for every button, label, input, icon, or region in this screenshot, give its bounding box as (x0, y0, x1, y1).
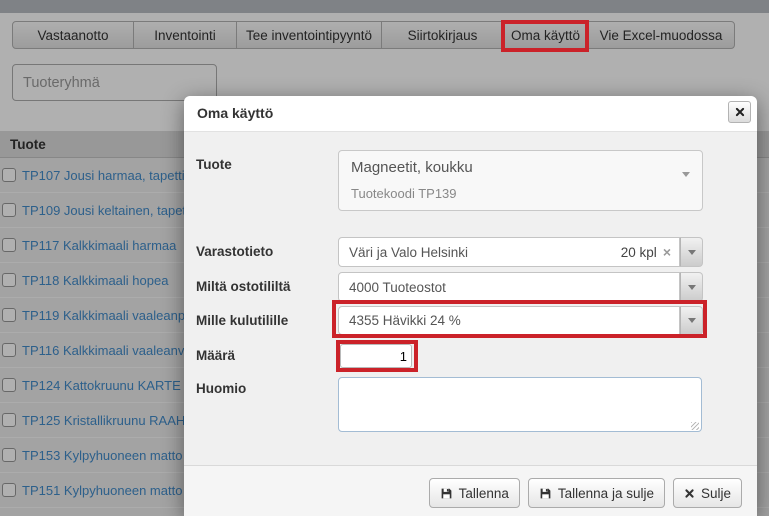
modal-footer: Tallenna Tallenna ja sulje Sulje (184, 465, 757, 516)
field-label-milta-ostotililta: Miltä ostotililtä (196, 279, 291, 294)
modal-header: Oma käyttö (184, 96, 757, 132)
varastotieto-quantity: 20 kpl (620, 244, 657, 260)
chevron-down-icon (687, 318, 696, 323)
field-label-maara: Määrä (196, 348, 236, 363)
save-and-close-button[interactable]: Tallenna ja sulje (527, 478, 665, 508)
tuote-select[interactable]: Magneetit, koukku Tuotekoodi TP139 (338, 150, 703, 211)
close-modal-button-label: Sulje (700, 485, 731, 501)
save-and-close-button-label: Tallenna ja sulje (557, 485, 654, 501)
resize-grip-icon[interactable] (691, 422, 699, 430)
chevron-down-icon (687, 249, 696, 255)
close-icon (735, 107, 745, 117)
close-button[interactable] (728, 101, 751, 123)
tuote-select-value: Magneetit, koukku (351, 159, 473, 176)
floppy-disk-icon (539, 487, 552, 500)
tuote-product-code: Tuotekoodi TP139 (351, 186, 457, 201)
varastotieto-dropdown-button[interactable] (680, 237, 703, 267)
remove-selection-icon[interactable]: × (663, 245, 671, 259)
close-modal-button[interactable]: Sulje (672, 478, 742, 508)
maara-input[interactable] (340, 344, 412, 368)
milta-ostotililta-select-value: 4000 Tuoteostot (349, 279, 446, 295)
floppy-disk-icon (440, 487, 453, 500)
field-label-huomio: Huomio (196, 381, 247, 396)
chevron-down-icon (687, 284, 696, 290)
chevron-down-icon (682, 172, 690, 195)
varastotieto-select-value: Väri ja Valo Helsinki (349, 244, 469, 260)
field-label-tuote: Tuote (196, 157, 232, 172)
milta-ostotililta-dropdown-button[interactable] (680, 272, 703, 302)
x-icon (684, 488, 695, 499)
mille-kulutilille-select[interactable]: 4355 Hävikki 24 % (338, 306, 680, 335)
save-button[interactable]: Tallenna (428, 478, 520, 508)
huomio-textarea[interactable] (338, 377, 702, 432)
mille-kulutilille-select-value: 4355 Hävikki 24 % (349, 313, 461, 328)
field-label-mille-kulutilille: Mille kulutilille (196, 313, 289, 328)
varastotieto-select[interactable]: Väri ja Valo Helsinki 20 kpl × (338, 237, 680, 267)
modal-title: Oma käyttö (197, 105, 274, 121)
field-label-varastotieto: Varastotieto (196, 244, 274, 259)
mille-kulutilille-dropdown-button[interactable] (680, 306, 703, 335)
screen: Vastaanotto Inventointi Tee inventointip… (0, 0, 769, 516)
milta-ostotililta-select[interactable]: 4000 Tuoteostot (338, 272, 680, 302)
oma-kaytto-modal: Oma käyttö Tuote Varastotieto Miltä osto… (184, 96, 757, 516)
save-button-label: Tallenna (458, 485, 509, 501)
